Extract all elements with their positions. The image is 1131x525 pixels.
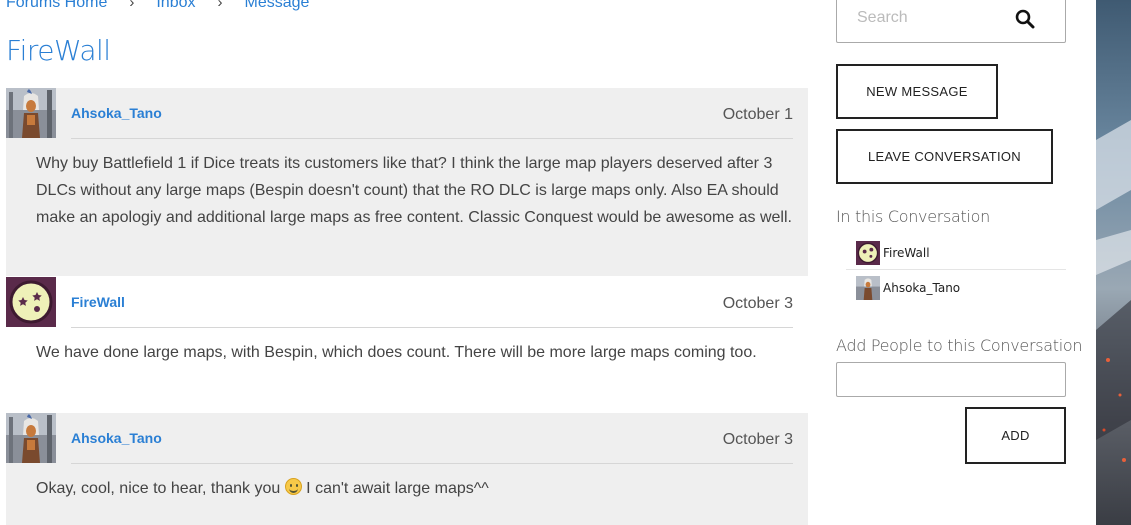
add-button[interactable]: ADD xyxy=(965,407,1066,464)
new-message-button[interactable]: NEW MESSAGE xyxy=(836,64,998,119)
message-author[interactable]: Ahsoka_Tano xyxy=(71,430,162,446)
participant-item[interactable]: FireWall xyxy=(846,236,1066,269)
add-people-heading: Add People to this Conversation xyxy=(836,336,1083,355)
participant-name: FireWall xyxy=(883,245,930,260)
message-body-text: I can't await large maps^^ xyxy=(301,480,489,497)
in-conversation-heading: In this Conversation xyxy=(836,207,991,226)
search-input[interactable] xyxy=(857,9,1007,27)
message-date: October 3 xyxy=(722,431,793,448)
participant-name: Ahsoka_Tano xyxy=(883,280,961,295)
message-item: Ahsoka_Tano October 1 Why buy Battlefiel… xyxy=(6,88,808,276)
breadcrumb-separator: › xyxy=(217,0,223,11)
ahsoka-avatar xyxy=(856,275,880,300)
message-body: Why buy Battlefield 1 if Dice treats its… xyxy=(36,155,792,226)
message-item: FireWall October 3 We have done large ma… xyxy=(6,277,808,377)
divider xyxy=(71,327,793,328)
message-author[interactable]: Ahsoka_Tano xyxy=(71,105,162,121)
message-author[interactable]: FireWall xyxy=(71,294,125,310)
background-art xyxy=(1096,0,1131,525)
breadcrumb-forums-home[interactable]: Forums Home xyxy=(6,0,107,12)
breadcrumb-separator: › xyxy=(129,0,135,11)
search-box xyxy=(836,0,1066,43)
search-icon[interactable] xyxy=(1015,9,1035,29)
leave-conversation-button[interactable]: LEAVE CONVERSATION xyxy=(836,129,1053,184)
divider xyxy=(71,463,793,464)
message-date: October 1 xyxy=(722,106,793,123)
breadcrumb-inbox[interactable]: Inbox xyxy=(156,0,195,12)
message-body: We have done large maps, with Bespin, wh… xyxy=(36,344,757,361)
breadcrumb: Forums Home › Inbox › Message xyxy=(6,0,309,12)
ahsoka-avatar[interactable] xyxy=(6,413,56,463)
smiley-emoji-icon xyxy=(284,478,302,495)
divider xyxy=(71,138,793,139)
message-date: October 3 xyxy=(722,295,793,312)
page-title: FireWall xyxy=(6,34,111,67)
message-body-text: Okay, cool, nice to hear, thank you xyxy=(36,480,285,497)
add-people-input[interactable] xyxy=(836,362,1066,397)
breadcrumb-message[interactable]: Message xyxy=(245,0,310,12)
ahsoka-avatar[interactable] xyxy=(6,88,56,138)
firewall-avatar[interactable] xyxy=(6,277,56,327)
message-item: Ahsoka_Tano October 3 Okay, cool, nice t… xyxy=(6,413,808,525)
firewall-avatar xyxy=(856,240,880,265)
participant-item[interactable]: Ahsoka_Tano xyxy=(846,269,1066,305)
participant-list: FireWall Ahsoka_Tano xyxy=(846,236,1066,305)
message-body: Okay, cool, nice to hear, thank you I ca… xyxy=(36,475,794,502)
